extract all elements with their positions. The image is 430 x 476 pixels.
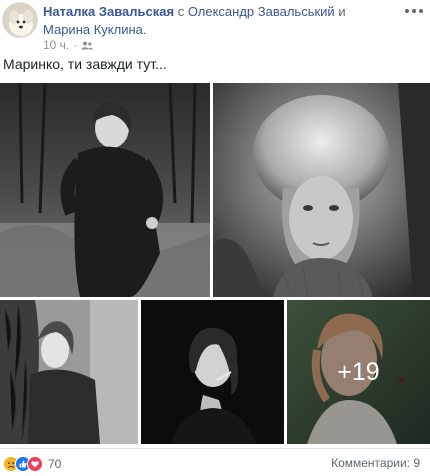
photo-3-image bbox=[0, 300, 138, 444]
author-name-link[interactable]: Наталка Завальская bbox=[43, 4, 174, 19]
dot-icon bbox=[405, 9, 409, 13]
period-text: . bbox=[142, 22, 147, 37]
post-text: Маринко, ти завжди тут... bbox=[3, 56, 167, 72]
more-options-button[interactable] bbox=[402, 4, 426, 18]
meta-separator: · bbox=[73, 38, 78, 52]
author-avatar[interactable] bbox=[2, 2, 38, 38]
author-line: Наталка Завальская с Олександр Завальськ… bbox=[43, 3, 383, 39]
love-reaction-icon bbox=[27, 456, 43, 472]
photo-4[interactable] bbox=[141, 300, 284, 444]
comments-count-link[interactable]: Комментарии: 9 bbox=[331, 456, 420, 470]
conjunction-text-2: и bbox=[338, 4, 346, 19]
reaction-count: 70 bbox=[48, 457, 62, 471]
dot-icon bbox=[412, 9, 416, 13]
photo-5-more[interactable]: +19 bbox=[287, 300, 430, 444]
post-footer: 70 Комментарии: 9 bbox=[0, 448, 430, 476]
conjunction-text: с bbox=[177, 4, 185, 19]
photo-3[interactable] bbox=[0, 300, 138, 444]
tagged-person-1-link[interactable]: Олександр Завальський bbox=[188, 4, 335, 19]
dog-avatar-image bbox=[3, 3, 37, 37]
post-timestamp[interactable]: 10 ч. bbox=[43, 38, 69, 52]
photo-4-image bbox=[141, 300, 284, 444]
photo-2-image bbox=[213, 83, 430, 297]
friends-icon[interactable] bbox=[81, 41, 94, 50]
tagged-person-2-link[interactable]: Марина Куклина bbox=[43, 22, 143, 37]
photo-1[interactable] bbox=[0, 83, 210, 297]
dot-icon bbox=[419, 9, 423, 13]
post-header: Наталка Завальская с Олександр Завальськ… bbox=[0, 0, 430, 55]
more-photos-overlay[interactable]: +19 bbox=[287, 300, 430, 444]
post-meta: 10 ч. · bbox=[43, 38, 94, 52]
reactions-summary[interactable]: 70 bbox=[3, 456, 61, 472]
photo-2[interactable] bbox=[213, 83, 430, 297]
more-photos-count: +19 bbox=[337, 357, 380, 386]
photo-1-image bbox=[0, 83, 210, 297]
